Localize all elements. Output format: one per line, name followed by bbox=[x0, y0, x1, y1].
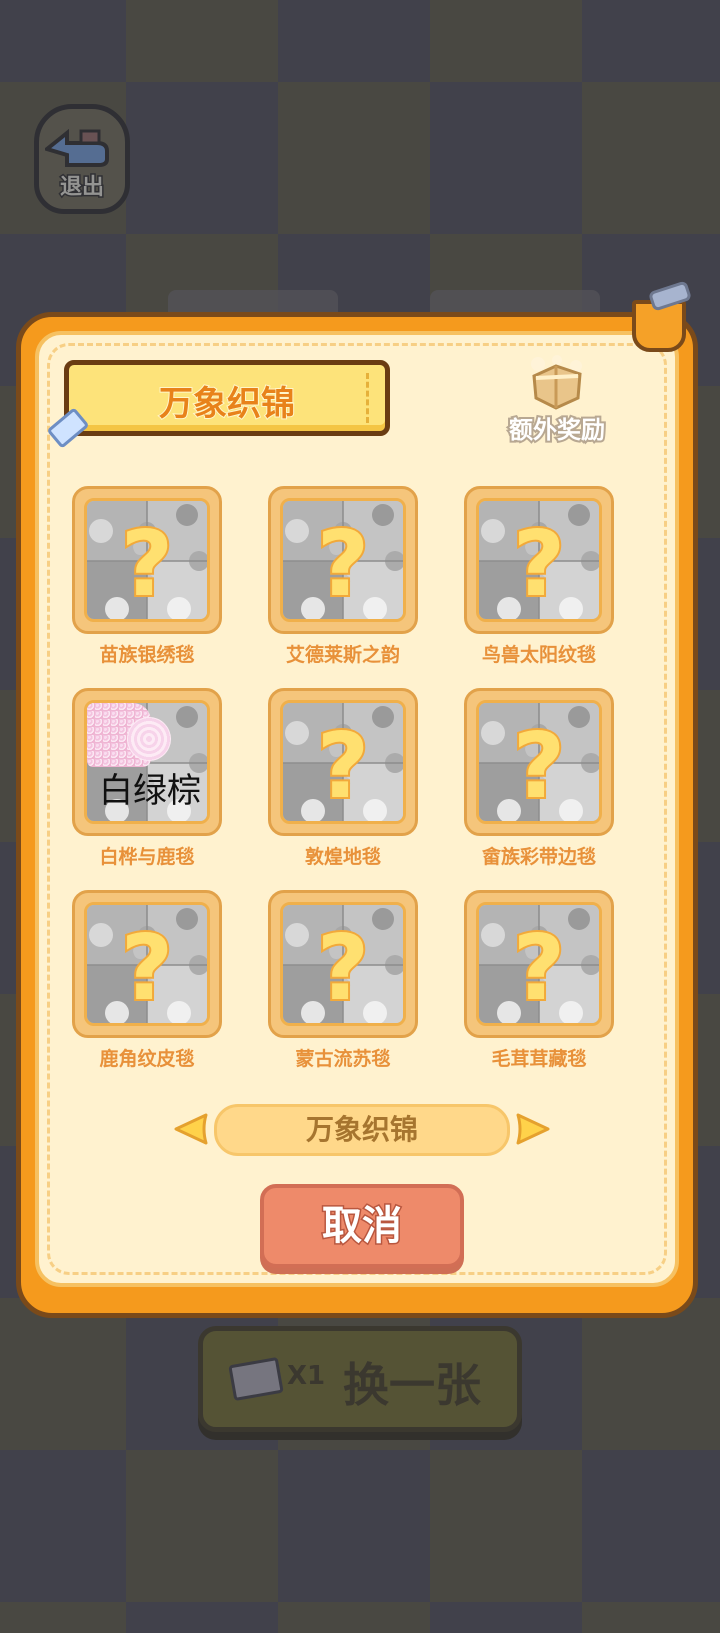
cancel-label: 取消 bbox=[321, 1202, 404, 1251]
question-mark-icon: ? bbox=[511, 916, 567, 1021]
cancel-button[interactable]: 取消 bbox=[260, 1184, 464, 1268]
collection-card[interactable]: ? 蒙古流苏毯 bbox=[268, 890, 418, 1071]
collection-card[interactable]: ? 敦煌地毯 bbox=[268, 688, 418, 869]
set-selector-label: 万象织锦 bbox=[305, 1113, 418, 1146]
extra-reward-label: 额外奖励 bbox=[507, 414, 607, 446]
question-mark-icon: ? bbox=[119, 916, 175, 1021]
card-frame: ? bbox=[268, 688, 418, 836]
card-name: 苗族银绣毯 bbox=[99, 644, 195, 666]
card-frame: ? bbox=[72, 486, 222, 634]
title-banner: 万象织锦 bbox=[46, 354, 390, 449]
puzzle-image: ? bbox=[84, 498, 210, 622]
puzzle-image: ? bbox=[476, 902, 602, 1026]
card-frame: ? bbox=[464, 688, 614, 836]
collection-card[interactable]: ? 毛茸茸藏毯 bbox=[464, 890, 614, 1071]
next-set-arrow-icon[interactable] bbox=[514, 1112, 550, 1146]
extra-reward-button[interactable]: 额外奖励 bbox=[492, 350, 622, 450]
card-name: 敦煌地毯 bbox=[304, 846, 381, 868]
question-mark-icon: ? bbox=[315, 714, 371, 819]
dialog-title: 万象织锦 bbox=[158, 383, 296, 425]
card-name: 畲族彩带边毯 bbox=[481, 846, 596, 868]
prev-set-arrow-icon[interactable] bbox=[174, 1112, 210, 1146]
card-name: 毛茸茸藏毯 bbox=[491, 1048, 587, 1070]
puzzle-image: ? bbox=[280, 902, 406, 1026]
card-frame: ? bbox=[268, 890, 418, 1038]
unlocked-puzzle-piece bbox=[127, 717, 171, 761]
card-name: 蒙古流苏毯 bbox=[295, 1048, 391, 1070]
question-mark-icon: ? bbox=[511, 714, 567, 819]
set-selector[interactable]: 万象织锦 bbox=[214, 1104, 510, 1156]
puzzle-image: ? bbox=[476, 700, 602, 824]
card-frame: ? bbox=[464, 890, 614, 1038]
collection-card[interactable]: ? 畲族彩带边毯 bbox=[464, 688, 614, 869]
question-mark-icon: ? bbox=[315, 512, 371, 617]
card-frame: 白绿棕 bbox=[72, 688, 222, 836]
card-frame: ? bbox=[464, 486, 614, 634]
puzzle-image: ? bbox=[84, 902, 210, 1026]
card-name: 白桦与鹿毯 bbox=[99, 846, 195, 868]
question-mark-icon: ? bbox=[511, 512, 567, 617]
card-overlay-text: 白绿棕 bbox=[99, 771, 201, 811]
question-mark-icon: ? bbox=[315, 916, 371, 1021]
collection-card[interactable]: ? 鸟兽太阳纹毯 bbox=[464, 486, 614, 667]
collection-card[interactable]: ? 苗族银绣毯 bbox=[72, 486, 222, 667]
collection-card[interactable]: ? 艾德莱斯之韵 bbox=[268, 486, 418, 667]
card-name: 艾德莱斯之韵 bbox=[285, 644, 400, 666]
card-frame: ? bbox=[268, 486, 418, 634]
puzzle-image: ? bbox=[280, 700, 406, 824]
collection-card[interactable]: 白绿棕 白桦与鹿毯 bbox=[72, 688, 222, 869]
gift-box-icon bbox=[531, 355, 582, 410]
cup-decoration-icon bbox=[632, 300, 686, 352]
puzzle-image: ? bbox=[476, 498, 602, 622]
card-frame: ? bbox=[72, 890, 222, 1038]
puzzle-image: 白绿棕 bbox=[84, 700, 210, 824]
collection-card[interactable]: ? 鹿角纹皮毯 bbox=[72, 890, 222, 1071]
card-name: 鸟兽太阳纹毯 bbox=[481, 644, 596, 666]
card-name: 鹿角纹皮毯 bbox=[99, 1048, 195, 1070]
puzzle-image: ? bbox=[280, 498, 406, 622]
question-mark-icon: ? bbox=[119, 512, 175, 617]
